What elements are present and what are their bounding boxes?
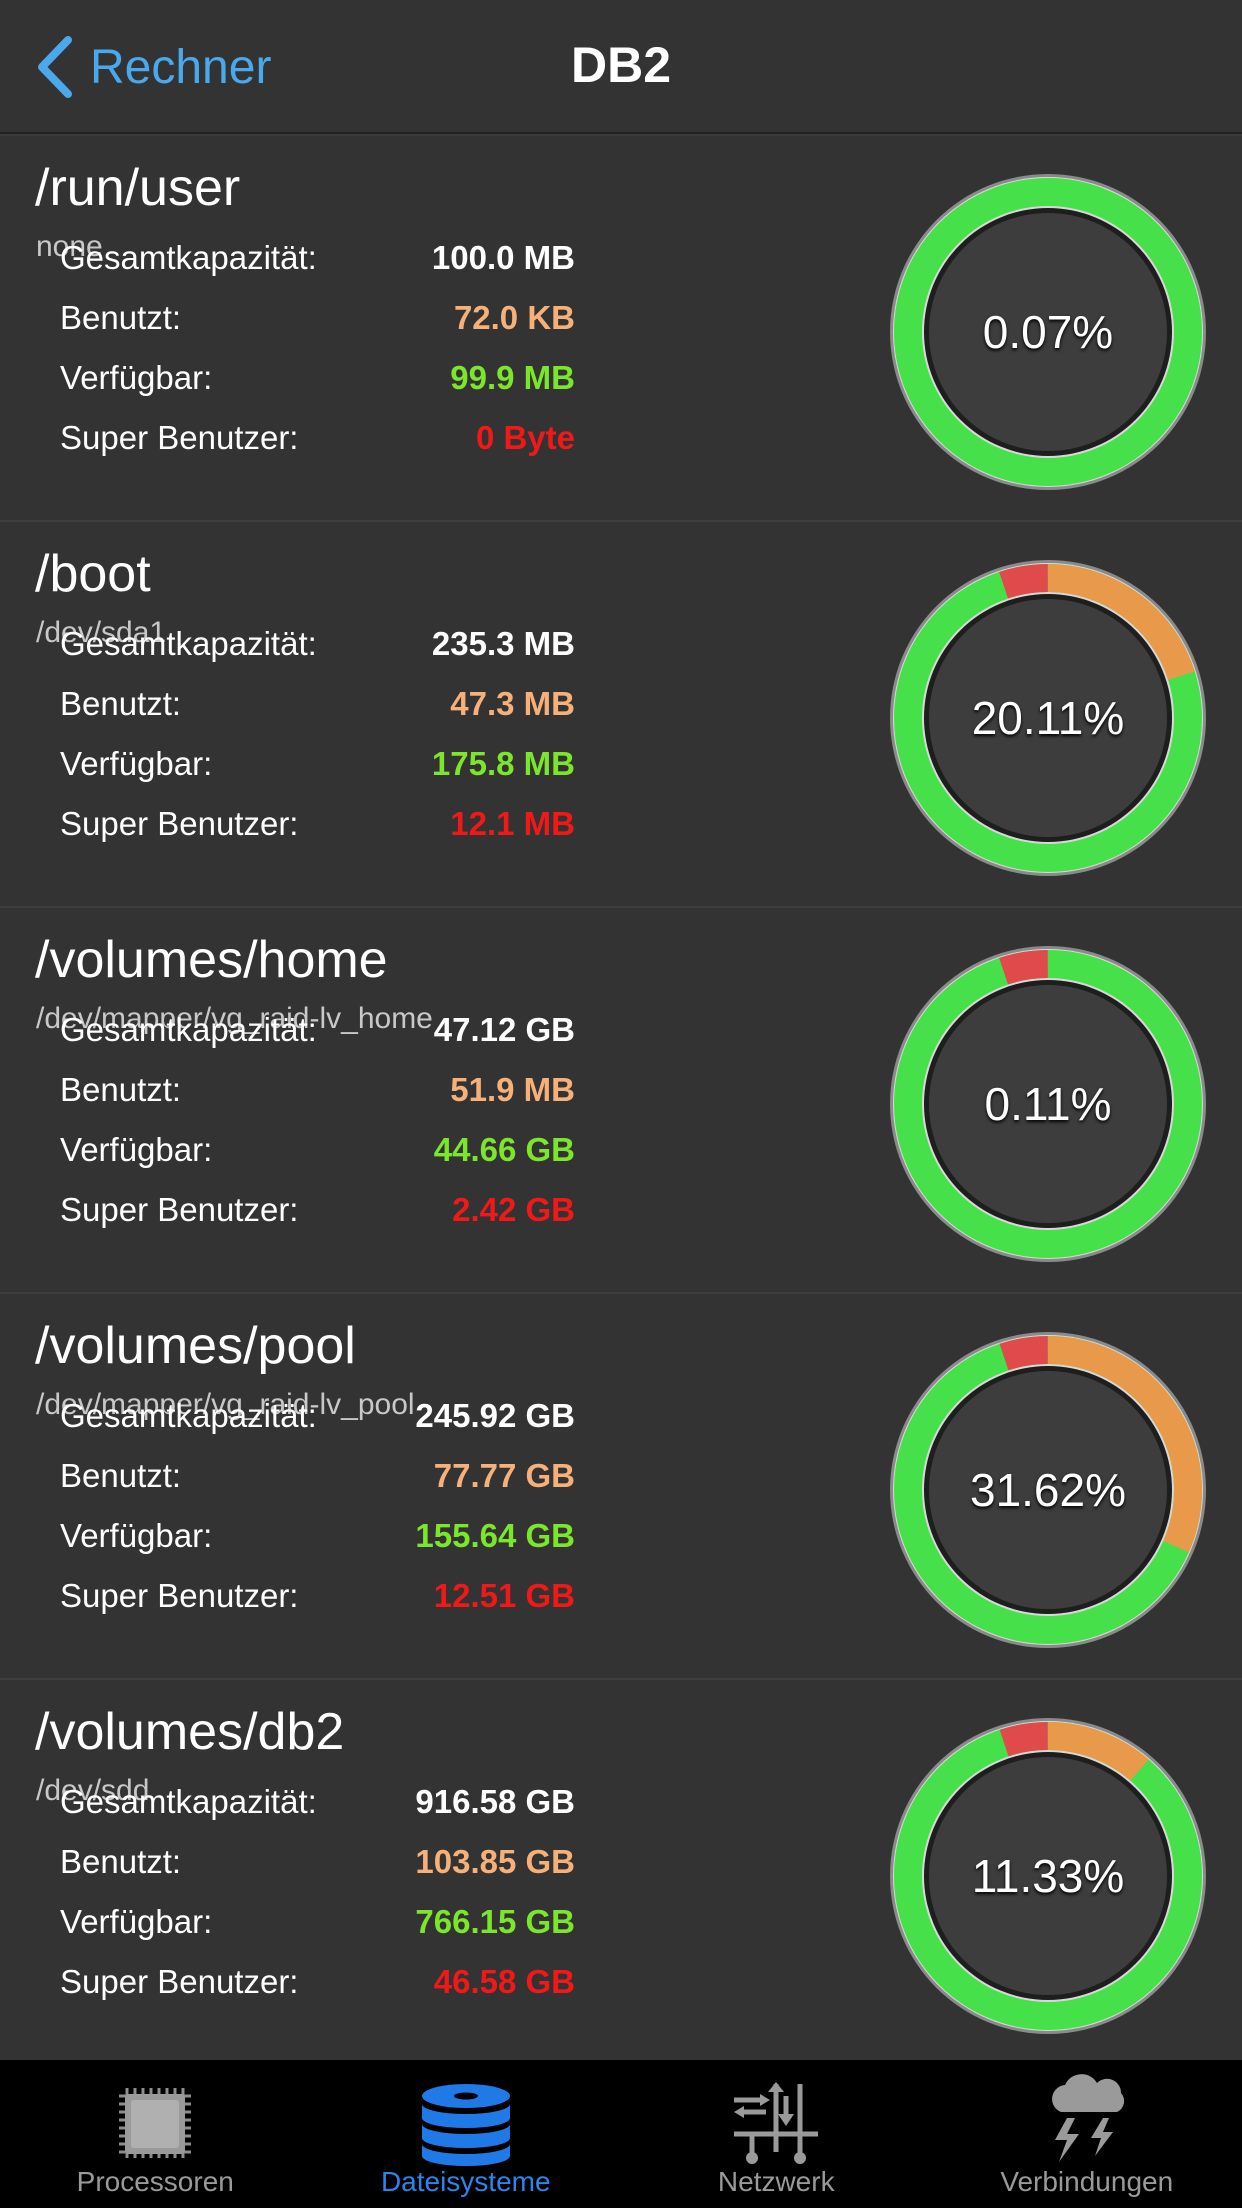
stat-row-used: Benutzt: 103.85 GB xyxy=(60,1832,575,1892)
stat-value-available: 175.8 MB xyxy=(431,745,575,782)
stat-value-total: 47.12 GB xyxy=(433,1011,575,1048)
stat-value-total: 100.0 MB xyxy=(431,239,575,276)
stat-value-super: 0 Byte xyxy=(475,419,575,456)
stat-row-total: Gesamtkapazität: 245.92 GB xyxy=(60,1386,575,1446)
tab-label: Netzwerk xyxy=(717,2166,835,2197)
stat-value-super: 12.1 MB xyxy=(450,805,575,842)
stat-label-super: Super Benutzer: xyxy=(60,1577,299,1614)
filesystem-name: /boot xyxy=(35,545,151,603)
stat-value-available: 99.9 MB xyxy=(450,359,575,396)
stat-row-available: Verfügbar: 175.8 MB xyxy=(60,734,575,794)
filesystem-entry[interactable]: /volumes/db2/dev/sdd Gesamtkapazität: 916.… xyxy=(0,1678,1242,2064)
stat-label-total: Gesamtkapazität: xyxy=(60,239,317,276)
stat-label-total: Gesamtkapazität: xyxy=(60,1783,317,1820)
tab-bar: Processoren Dateisysteme Netzwerk Verbin… xyxy=(0,2060,1242,2208)
stat-label-super: Super Benutzer: xyxy=(60,419,299,456)
stat-label-super: Super Benutzer: xyxy=(60,805,299,842)
filesystem-list: /run/user none Gesamtkapazität: 100.0 MB Ben… xyxy=(0,134,1242,2064)
stat-row-total: Gesamtkapazität: 47.12 GB xyxy=(60,1000,575,1060)
stat-label-available: Verfügbar: xyxy=(60,1131,213,1168)
stat-value-total: 916.58 GB xyxy=(415,1783,575,1820)
stat-value-total: 245.92 GB xyxy=(415,1397,575,1434)
stat-label-super: Super Benutzer: xyxy=(60,1191,299,1228)
stat-value-available: 766.15 GB xyxy=(415,1903,575,1940)
usage-gauge: 11.33% xyxy=(888,1716,1208,2036)
stat-label-total: Gesamtkapazität: xyxy=(60,1397,317,1434)
stat-row-available: Verfügbar: 99.9 MB xyxy=(60,348,575,408)
stat-row-available: Verfügbar: 155.64 GB xyxy=(60,1506,575,1566)
stat-value-super: 46.58 GB xyxy=(433,1963,575,2000)
tab-processoren[interactable]: Processoren xyxy=(0,2060,311,2208)
filesystem-entry[interactable]: /boot/dev/sda1 Gesamtkapazität: 235.3 MB Be… xyxy=(0,520,1242,906)
filesystem-entry[interactable]: /run/user none Gesamtkapazität: 100.0 MB Ben… xyxy=(0,134,1242,520)
stat-row-used: Benutzt: 72.0 KB xyxy=(60,288,575,348)
usage-gauge: 31.62% xyxy=(888,1330,1208,1650)
stat-value-super: 12.51 GB xyxy=(433,1577,575,1614)
tab-label: Dateisysteme xyxy=(380,2166,551,2197)
gauge-percent: 0.07% xyxy=(982,306,1114,358)
network-icon xyxy=(734,2082,819,2164)
stat-row-super: Super Benutzer: 0 Byte xyxy=(60,408,575,468)
stat-row-super: Super Benutzer: 2.42 GB xyxy=(60,1180,575,1240)
stat-row-super: Super Benutzer: 46.58 GB xyxy=(60,1952,575,2012)
tab-netzwerk[interactable]: Netzwerk xyxy=(621,2060,932,2208)
stat-value-used: 103.85 GB xyxy=(415,1843,575,1880)
filesystem-entry[interactable]: /volumes/home/dev/mapper/vg_raid-lv_home… xyxy=(0,906,1242,1292)
stat-value-used: 72.0 KB xyxy=(453,299,575,336)
cpu-icon xyxy=(119,2088,192,2158)
stat-row-available: Verfügbar: 44.66 GB xyxy=(60,1120,575,1180)
usage-gauge: 20.11% xyxy=(888,558,1208,878)
stat-label-total: Gesamtkapazität: xyxy=(60,625,317,662)
stat-label-available: Verfügbar: xyxy=(60,745,213,782)
stat-label-available: Verfügbar: xyxy=(60,1903,213,1940)
stat-label-used: Benutzt: xyxy=(60,1457,182,1494)
stat-row-total: Gesamtkapazität: 916.58 GB xyxy=(60,1772,575,1832)
usage-gauge: 0.11% xyxy=(888,944,1208,1264)
stat-label-total: Gesamtkapazität: xyxy=(60,1011,317,1048)
tab-verbindungen[interactable]: Verbindungen xyxy=(932,2060,1242,2208)
stat-label-used: Benutzt: xyxy=(60,685,182,722)
stat-row-super: Super Benutzer: 12.51 GB xyxy=(60,1566,575,1626)
stat-row-available: Verfügbar: 766.15 GB xyxy=(60,1892,575,1952)
stat-label-used: Benutzt: xyxy=(60,299,182,336)
stat-value-super: 2.42 GB xyxy=(452,1191,575,1228)
filesystem-name: /volumes/db2 xyxy=(35,1703,345,1761)
stat-label-super: Super Benutzer: xyxy=(60,1963,299,2000)
stat-label-used: Benutzt: xyxy=(60,1071,182,1108)
gauge-percent: 11.33% xyxy=(971,1850,1125,1902)
stat-label-used: Benutzt: xyxy=(60,1843,182,1880)
filesystem-name: /volumes/home xyxy=(35,931,388,989)
gauge-percent: 20.11% xyxy=(971,692,1125,744)
stat-value-used: 51.9 MB xyxy=(450,1071,575,1108)
stat-label-available: Verfügbar: xyxy=(60,359,213,396)
stat-value-available: 155.64 GB xyxy=(415,1517,575,1554)
stat-row-used: Benutzt: 51.9 MB xyxy=(60,1060,575,1120)
gauge-percent: 0.11% xyxy=(984,1078,1112,1130)
usage-gauge: 0.07% xyxy=(888,172,1208,492)
stat-value-total: 235.3 MB xyxy=(431,625,575,662)
stat-row-total: Gesamtkapazität: 100.0 MB xyxy=(60,228,575,288)
stat-row-used: Benutzt: 77.77 GB xyxy=(60,1446,575,1506)
tab-label: Verbindungen xyxy=(1000,2166,1174,2197)
stat-row-super: Super Benutzer: 12.1 MB xyxy=(60,794,575,854)
filesystem-name: /run/user xyxy=(35,159,241,217)
gauge-percent: 31.62% xyxy=(969,1464,1126,1516)
filesystem-name: /volumes/pool xyxy=(35,1317,356,1375)
stat-label-available: Verfügbar: xyxy=(60,1517,213,1554)
page-title: DB2 xyxy=(570,37,672,93)
navigation-bar: Rechner DB2 xyxy=(0,0,1242,134)
database-icon xyxy=(421,2084,510,2166)
filesystem-entry[interactable]: /volumes/pool/dev/mapper/vg_raid-lv_pool… xyxy=(0,1292,1242,1678)
storm-cloud-icon xyxy=(1051,2074,1124,2162)
stat-value-available: 44.66 GB xyxy=(433,1131,575,1168)
stat-value-used: 77.77 GB xyxy=(433,1457,575,1494)
tab-label: Processoren xyxy=(76,2166,234,2197)
tab-dateisysteme[interactable]: Dateisysteme xyxy=(311,2060,622,2208)
stat-row-total: Gesamtkapazität: 235.3 MB xyxy=(60,614,575,674)
stat-row-used: Benutzt: 47.3 MB xyxy=(60,674,575,734)
stat-value-used: 47.3 MB xyxy=(450,685,575,722)
